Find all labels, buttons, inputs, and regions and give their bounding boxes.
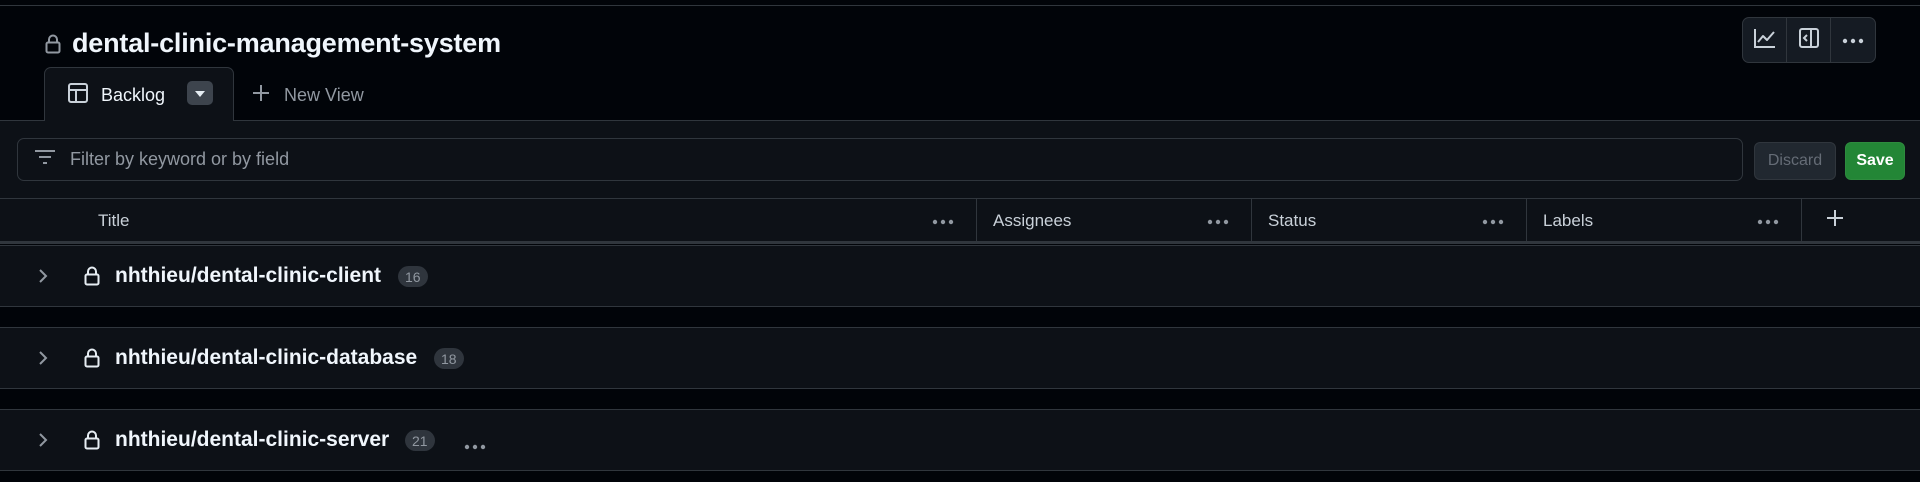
group-name: nhthieu/dental-clinic-client: [115, 264, 382, 287]
lock-icon: [83, 429, 101, 451]
filter-icon: [34, 149, 56, 170]
column-header-status[interactable]: Status: [1252, 199, 1527, 242]
table-header: Title Assignees Status Labels: [0, 198, 1920, 244]
group-count-badge: 21: [405, 430, 435, 451]
column-label: Labels: [1543, 210, 1594, 230]
column-header-labels[interactable]: Labels: [1527, 199, 1802, 242]
filter-bar: Filter by keyword or by field Discard Sa…: [0, 121, 1920, 198]
caret-down-icon: [195, 84, 205, 102]
more-options-icon: [1842, 31, 1864, 49]
group-name: nhthieu/dental-clinic-database: [115, 346, 418, 369]
group-menu-icon[interactable]: [464, 437, 486, 455]
filter-placeholder: Filter by keyword or by field: [70, 149, 290, 169]
lock-icon: [44, 33, 62, 55]
group-name: nhthieu/dental-clinic-server: [115, 428, 390, 451]
group-row[interactable]: nhthieu/dental-clinic-client 16: [0, 245, 1920, 307]
lock-icon: [83, 347, 101, 369]
group-row[interactable]: nhthieu/dental-clinic-server 21: [0, 409, 1920, 471]
title-row: dental-clinic-management-system: [44, 28, 501, 59]
column-menu-icon[interactable]: [1757, 212, 1779, 230]
group-count-badge: 18: [434, 348, 464, 369]
project-toolbar: [1742, 17, 1876, 63]
new-view-button[interactable]: New View: [252, 84, 364, 107]
plus-icon: [1826, 209, 1844, 232]
column-label: Status: [1268, 210, 1317, 230]
add-column-button[interactable]: [1802, 199, 1868, 242]
column-menu-icon[interactable]: [1207, 212, 1229, 230]
sidebar-panel-icon: [1798, 27, 1820, 54]
chevron-right-icon[interactable]: [34, 265, 52, 287]
table-view-icon: [67, 82, 89, 109]
lock-icon: [83, 265, 101, 287]
chevron-right-icon[interactable]: [34, 429, 52, 451]
sidebar-toggle-button[interactable]: [1787, 18, 1831, 62]
insights-button[interactable]: [1743, 18, 1787, 62]
plus-icon: [252, 84, 270, 107]
page-title: dental-clinic-management-system: [72, 28, 501, 58]
filter-input[interactable]: Filter by keyword or by field: [17, 138, 1743, 181]
group-row[interactable]: nhthieu/dental-clinic-database 18: [0, 327, 1920, 389]
view-options-dropdown[interactable]: [187, 81, 213, 105]
column-header-assignees[interactable]: Assignees: [977, 199, 1252, 242]
save-button[interactable]: Save: [1845, 142, 1905, 180]
new-view-label: New View: [284, 85, 364, 105]
group-count-badge: 16: [398, 266, 428, 287]
column-menu-icon[interactable]: [1482, 212, 1504, 230]
column-label: Title: [98, 210, 130, 230]
tab-backlog[interactable]: Backlog: [44, 67, 234, 122]
column-menu-icon[interactable]: [932, 212, 954, 230]
insights-icon: [1753, 27, 1777, 54]
column-label: Assignees: [993, 210, 1072, 230]
discard-button[interactable]: Discard: [1754, 142, 1836, 180]
column-header-title[interactable]: Title: [0, 199, 977, 242]
tab-label: Backlog: [101, 84, 166, 105]
more-options-button[interactable]: [1831, 18, 1875, 62]
chevron-right-icon[interactable]: [34, 347, 52, 369]
